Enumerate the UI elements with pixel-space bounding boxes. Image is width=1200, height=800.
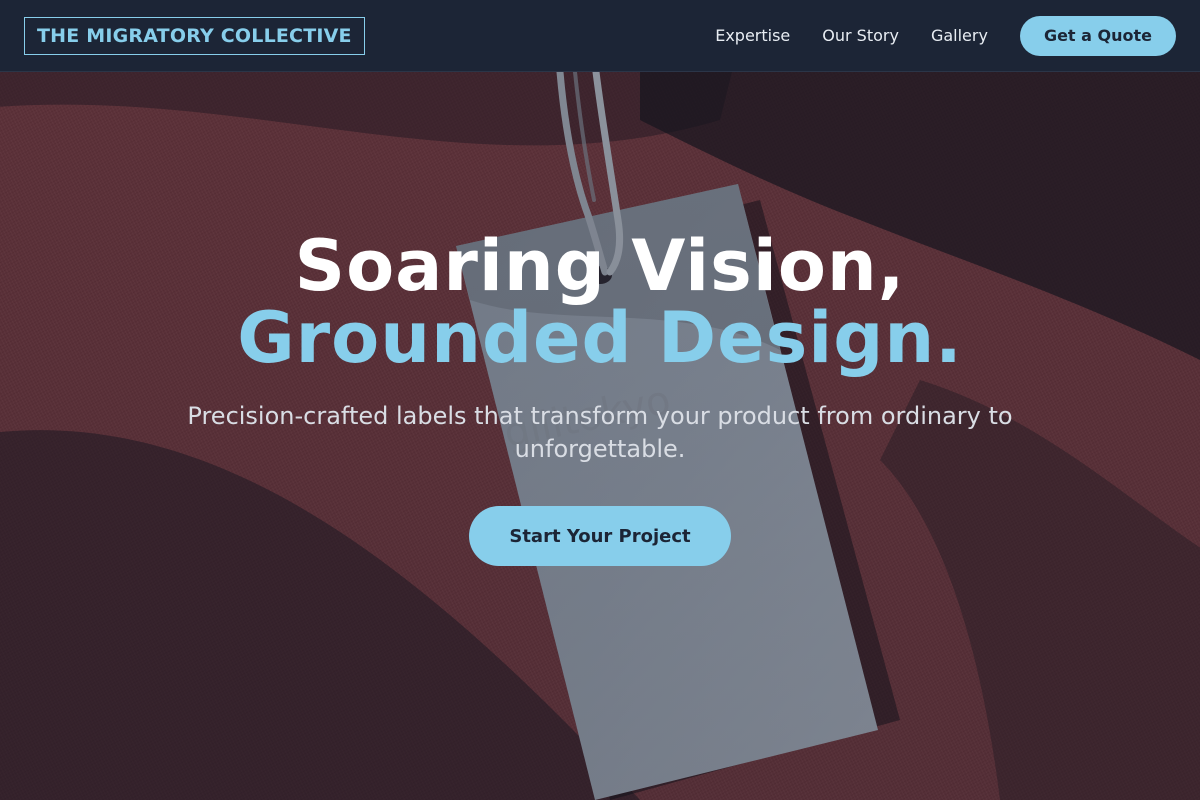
get-a-quote-button[interactable]: Get a Quote: [1019, 15, 1176, 56]
hero-headline: Soaring Vision, Grounded Design.: [0, 230, 1200, 374]
hero-content: Soaring Vision, Grounded Design. Precisi…: [0, 230, 1200, 566]
hero-subtitle: Precision-crafted labels that transform …: [187, 402, 1013, 463]
main-nav: Expertise Our Story Gallery Get a Quote: [715, 15, 1176, 56]
nav-link-our-story[interactable]: Our Story: [822, 26, 899, 45]
logo[interactable]: THE MIGRATORY COLLECTIVE: [24, 16, 365, 55]
headline-line-1: Soaring Vision,: [294, 225, 906, 307]
logo-text: THE MIGRATORY COLLECTIVE: [37, 24, 352, 47]
start-your-project-button[interactable]: Start Your Project: [469, 506, 731, 566]
nav-link-expertise[interactable]: Expertise: [715, 26, 790, 45]
site-header: THE MIGRATORY COLLECTIVE Expertise Our S…: [0, 0, 1200, 72]
headline-line-2: Grounded Design.: [237, 297, 963, 379]
nav-link-gallery[interactable]: Gallery: [931, 26, 988, 45]
